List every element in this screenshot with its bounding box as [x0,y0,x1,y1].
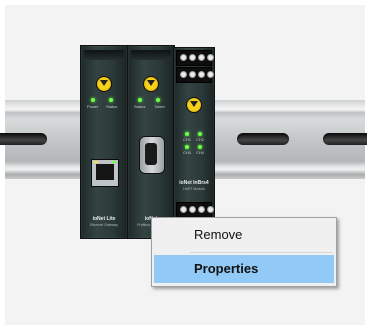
module-subtitle: Ethernet Gateway [89,223,118,227]
ethernet-port-icon [91,159,119,187]
rail-slot [237,133,289,145]
module-name: ioNet InBrs4 [179,180,209,186]
led-label: CH3 [183,150,192,155]
status-led [138,98,142,102]
device-module-ionet-lite[interactable]: Power Status ioNet Lite Ethernet Gateway [80,45,128,239]
led-label: Status [106,104,118,109]
led-label: Status [134,104,146,109]
channel-led [198,145,202,149]
channel-led [198,132,202,136]
led-label: CH2 [196,137,205,142]
token-led [156,98,160,102]
device-module-ionet-inbrs4[interactable]: CH1 CH2 CH3 CH4 ioNet InBrs4 HART Module [173,47,215,221]
serial-port-icon [139,136,165,174]
warning-badge-icon [143,76,159,92]
led-label: Token [154,104,165,109]
menu-separator [190,252,332,253]
module-subtitle: HART Module [183,187,205,191]
rail-slot [323,133,367,145]
warning-badge-icon [96,76,112,92]
led-label: CH1 [183,137,192,142]
warning-badge-icon [186,97,202,113]
menu-item-remove[interactable]: Remove [154,221,334,249]
power-led [91,98,95,102]
led-label: Power [87,104,99,109]
context-menu: Remove Properties [151,217,337,287]
canvas-area: Power Status ioNet Lite Ethernet Gateway… [0,0,367,327]
channel-led [185,132,189,136]
module-vent [131,50,171,60]
menu-item-properties[interactable]: Properties [154,255,334,283]
module-vent [84,50,124,60]
device-view-panel: Power Status ioNet Lite Ethernet Gateway… [0,5,367,325]
terminal-block [176,202,214,218]
rail-slot [0,133,47,145]
module-name: ioNet Lite [92,216,116,222]
led-label: CH4 [196,150,205,155]
device-module-ionet-profibus[interactable]: Status Token ioNet Profibus Gateway [127,45,175,239]
status-led [109,98,113,102]
channel-led [185,145,189,149]
terminal-block [176,67,214,83]
terminal-block [176,50,214,66]
